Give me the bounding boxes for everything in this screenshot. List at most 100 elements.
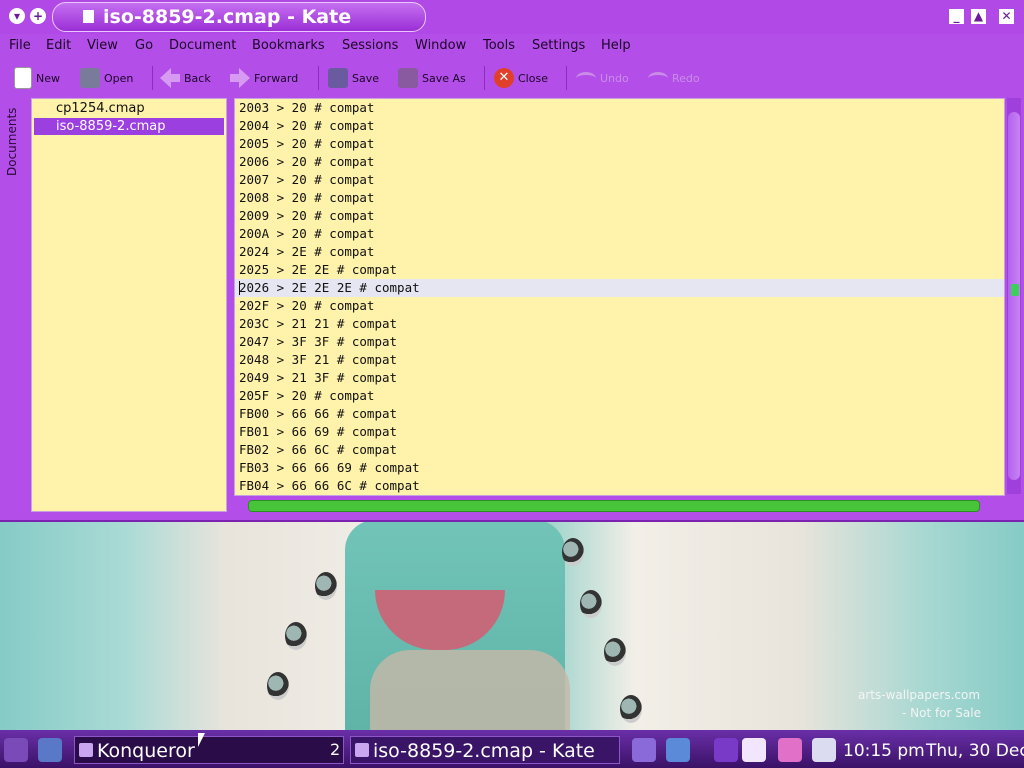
- open-icon: [80, 68, 100, 88]
- wallpaper-stud: [285, 622, 307, 650]
- menu-tools[interactable]: Tools: [483, 38, 515, 53]
- code-line[interactable]: 2003 > 20 # compat: [235, 99, 1004, 117]
- documents-sidebar-tab[interactable]: Documents: [5, 98, 23, 198]
- code-line[interactable]: FB03 > 66 66 69 # compat: [235, 459, 1004, 477]
- document-icon: [83, 10, 94, 23]
- close-label: Close: [518, 71, 548, 85]
- klipper-icon[interactable]: [742, 738, 766, 762]
- vertical-scroll-thumb[interactable]: [1008, 112, 1020, 480]
- save-button[interactable]: Save: [328, 66, 379, 90]
- code-line[interactable]: FB01 > 66 69 # compat: [235, 423, 1004, 441]
- wallpaper-stud: [562, 538, 584, 566]
- code-line[interactable]: 2024 > 2E # compat: [235, 243, 1004, 261]
- code-line[interactable]: 2009 > 20 # compat: [235, 207, 1004, 225]
- mouse-pointer-icon: [198, 733, 205, 747]
- window-menu-icon[interactable]: ▾: [9, 8, 25, 24]
- menu-bar: File Edit View Go Document Bookmarks Ses…: [0, 36, 1024, 56]
- toolbar-separator: [484, 66, 485, 90]
- code-line[interactable]: 2006 > 20 # compat: [235, 153, 1004, 171]
- code-line[interactable]: 2049 > 21 3F # compat: [235, 369, 1004, 387]
- display-icon[interactable]: [714, 738, 738, 762]
- forward-arrow-icon: [230, 68, 250, 88]
- close-doc-icon: ✕: [494, 68, 514, 88]
- vertical-scrollbar[interactable]: [1007, 98, 1021, 494]
- horizontal-scroll-thumb[interactable]: [248, 500, 980, 512]
- undo-button[interactable]: Undo: [576, 66, 629, 90]
- horizontal-scrollbar[interactable]: [234, 498, 1003, 512]
- back-button[interactable]: Back: [160, 66, 211, 90]
- toolbar-separator: [152, 66, 153, 90]
- task-kate[interactable]: iso-8859-2.cmap - Kate: [350, 736, 620, 764]
- menu-sessions[interactable]: Sessions: [342, 38, 398, 53]
- task-konqueror-label: Konqueror: [97, 740, 195, 762]
- current-line[interactable]: 2026 > 2E 2E 2E # compat: [235, 279, 1004, 297]
- code-line[interactable]: FB00 > 66 66 # compat: [235, 405, 1004, 423]
- code-line[interactable]: 2047 > 3F 3F # compat: [235, 333, 1004, 351]
- code-line[interactable]: 205F > 20 # compat: [235, 387, 1004, 405]
- text-editor[interactable]: 2003 > 20 # compat 2004 > 20 # compat 2005…: [234, 98, 1005, 496]
- task-konqueror[interactable]: Konqueror: [74, 736, 344, 764]
- task-kate-label: iso-8859-2.cmap - Kate: [373, 740, 595, 762]
- desktop-wallpaper: arts-wallpapers.com - Not for Sale: [0, 520, 1024, 730]
- code-line[interactable]: 2048 > 3F 21 # compat: [235, 351, 1004, 369]
- code-line[interactable]: 2007 > 20 # compat: [235, 171, 1004, 189]
- menu-file[interactable]: File: [9, 38, 31, 53]
- home-folder-icon[interactable]: [38, 738, 62, 762]
- redo-button[interactable]: Redo: [648, 66, 700, 90]
- wallpaper-watermark: arts-wallpapers.com: [858, 688, 981, 702]
- forward-button[interactable]: Forward: [230, 66, 298, 90]
- code-line[interactable]: 2004 > 20 # compat: [235, 117, 1004, 135]
- code-line[interactable]: FB04 > 66 66 6C # compat: [235, 477, 1004, 495]
- code-line[interactable]: 200A > 20 # compat: [235, 225, 1004, 243]
- menu-go[interactable]: Go: [135, 38, 153, 53]
- date[interactable]: Thu, 30 Dec: [926, 741, 1024, 761]
- menu-bookmarks[interactable]: Bookmarks: [252, 38, 325, 53]
- undo-label: Undo: [600, 71, 629, 85]
- code-line[interactable]: 203C > 21 21 # compat: [235, 315, 1004, 333]
- pager-icon[interactable]: [632, 738, 656, 762]
- network-icon[interactable]: [778, 738, 802, 762]
- desktop-switch-icon[interactable]: [666, 738, 690, 762]
- wallpaper-stud: [604, 638, 626, 666]
- redo-label: Redo: [672, 71, 700, 85]
- toolbar-separator: [318, 66, 319, 90]
- menu-help[interactable]: Help: [601, 38, 631, 53]
- save-as-label: Save As: [422, 71, 466, 85]
- maximize-icon[interactable]: ▲: [971, 9, 986, 24]
- wallpaper-stud: [580, 590, 602, 618]
- new-label: New: [36, 71, 60, 85]
- menu-edit[interactable]: Edit: [46, 38, 71, 53]
- new-button[interactable]: New: [14, 66, 60, 90]
- code-line[interactable]: 2005 > 20 # compat: [235, 135, 1004, 153]
- wallpaper-watermark-note: - Not for Sale: [902, 706, 981, 720]
- code-line[interactable]: 2025 > 2E 2E # compat: [235, 261, 1004, 279]
- menu-window[interactable]: Window: [415, 38, 466, 53]
- back-label: Back: [184, 71, 211, 85]
- kmenu-icon[interactable]: [4, 738, 28, 762]
- title-bar[interactable]: ▾ + iso-8859-2.cmap - Kate _ ▲ ✕: [0, 0, 1024, 34]
- wallpaper-paisley: [370, 650, 570, 730]
- save-icon: [328, 68, 348, 88]
- menu-document[interactable]: Document: [169, 38, 236, 53]
- code-line[interactable]: 202F > 20 # compat: [235, 297, 1004, 315]
- kate-icon: [355, 743, 369, 757]
- code-line[interactable]: FB02 > 66 6C # compat: [235, 441, 1004, 459]
- minimize-icon[interactable]: _: [949, 9, 964, 24]
- title-pill[interactable]: iso-8859-2.cmap - Kate: [52, 2, 426, 32]
- close-window-icon[interactable]: ✕: [999, 9, 1014, 24]
- open-button[interactable]: Open: [80, 66, 133, 90]
- document-item-selected[interactable]: iso-8859-2.cmap: [34, 118, 224, 135]
- close-button[interactable]: ✕ Close: [494, 66, 548, 90]
- sticky-icon[interactable]: +: [30, 8, 46, 24]
- menu-settings[interactable]: Settings: [532, 38, 585, 53]
- documents-tab-label: Documents: [5, 107, 19, 176]
- save-as-button[interactable]: Save As: [398, 66, 466, 90]
- menu-view[interactable]: View: [87, 38, 118, 53]
- open-label: Open: [104, 71, 134, 85]
- eraser-icon[interactable]: [812, 738, 836, 762]
- document-item[interactable]: cp1254.cmap: [34, 100, 224, 117]
- document-list: cp1254.cmap iso-8859-2.cmap: [31, 98, 227, 512]
- konqueror-icon: [79, 743, 93, 757]
- clock[interactable]: 10:15 pm: [843, 741, 925, 761]
- code-line[interactable]: 2008 > 20 # compat: [235, 189, 1004, 207]
